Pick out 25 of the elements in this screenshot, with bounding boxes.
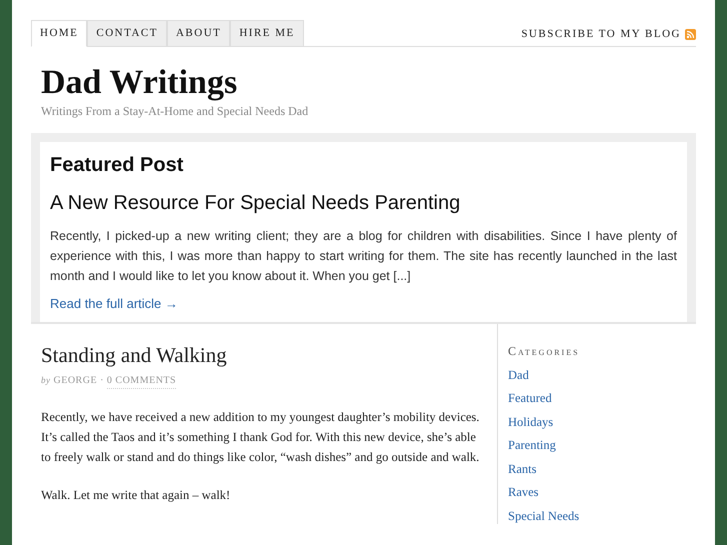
byline-separator: · — [100, 374, 104, 388]
subscribe-link[interactable]: SUBSCRIBE TO MY BLOG — [521, 26, 681, 42]
post-paragraph: Walk. Let me write that again – walk! — [41, 487, 232, 504]
featured-excerpt: Recently, I picked-up a new writing client; they are a blog for children with disabilities. Since I have plenty of experience with this, I was more than happy to start writing for them. The site has recently launched in the last month and I would like to let you know about it. When you get [...] — [50, 228, 677, 285]
site-tagline: Writings From a Stay-At-Home and Special Needs Dad — [41, 103, 310, 119]
post-title: Standing and Walking — [41, 342, 228, 368]
featured-title: A New Resource For Special Needs Parenting — [50, 191, 462, 216]
category-link[interactable]: Special Needs — [508, 508, 696, 524]
nav-tab[interactable]: ABOUT — [166, 20, 230, 47]
category-link[interactable]: Parenting — [508, 437, 696, 454]
rss-icon — [685, 28, 696, 40]
nav-tab[interactable]: HIRE ME — [230, 20, 304, 47]
read-more-link[interactable]: Read the full article → — [50, 294, 677, 314]
category-link[interactable]: Holidays — [508, 414, 696, 430]
site-title: Dad Writings — [41, 63, 238, 103]
post-paragraph: Recently, we have received a new addition to my youngest daughter’s mobility devices. It’s called the Taos and it’s something I thank God for. With this new device, she’s able to freely walk or stand and do things like color, “wash dishes” and go outside and walk. — [41, 409, 480, 466]
byline-label: by — [41, 374, 50, 387]
nav-tab[interactable]: CONTACT — [87, 20, 167, 47]
nav-tab[interactable]: HOME — [31, 20, 88, 47]
category-link[interactable]: Featured — [508, 390, 696, 406]
category-link[interactable]: Rants — [508, 460, 696, 477]
category-link[interactable]: Dad — [508, 366, 696, 383]
sidebar-heading: Categories — [508, 342, 581, 360]
category-link[interactable]: Raves — [508, 484, 696, 500]
featured-heading: Featured Post — [50, 153, 184, 178]
